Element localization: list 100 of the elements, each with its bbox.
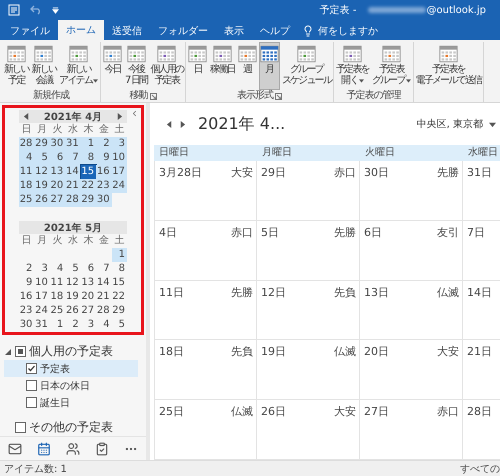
day-cell[interactable]: 20 (80, 290, 96, 304)
day-cell[interactable]: 7 (96, 262, 112, 276)
day-cell[interactable]: 27 (80, 304, 96, 318)
day-cell[interactable]: 1 (50, 318, 66, 332)
ribbon-button[interactable]: 日 (187, 42, 208, 90)
day-cell[interactable]: 8 (112, 262, 127, 276)
ribbon-button[interactable]: 月 (258, 42, 280, 90)
next-icon[interactable] (179, 120, 186, 128)
day-cell[interactable]: 10 (112, 151, 127, 165)
checkbox[interactable] (26, 380, 37, 391)
previous-month-icon[interactable] (23, 113, 30, 120)
calendar-cell[interactable]: 7日 (463, 220, 500, 281)
day-cell[interactable]: 5 (112, 318, 127, 332)
day-cell[interactable]: 4 (96, 318, 112, 332)
day-cell[interactable]: 6 (50, 151, 66, 165)
day-cell[interactable]: 31 (65, 137, 81, 151)
day-cell[interactable]: 27 (50, 193, 66, 207)
day-cell[interactable]: 25 (50, 304, 66, 318)
day-cell[interactable]: 13 (50, 165, 66, 179)
day-cell[interactable]: 1 (112, 248, 127, 262)
checkbox[interactable] (15, 346, 26, 357)
ribbon-tab[interactable]: ファイル (2, 22, 58, 40)
day-cell[interactable]: 3 (34, 262, 50, 276)
calendar-cell[interactable]: 18日 先負 (154, 340, 257, 400)
ribbon-tab[interactable]: ホーム (58, 20, 104, 40)
calendar-cell[interactable]: 5日 先勝 (257, 220, 360, 281)
ribbon-tab[interactable]: ヘルプ (252, 22, 298, 40)
calendar-cell[interactable]: 11日 先勝 (154, 280, 257, 340)
day-cell[interactable]: 2 (96, 137, 112, 151)
day-cell[interactable]: 12 (65, 276, 81, 290)
calendar-cell[interactable]: 14日 (463, 280, 500, 340)
day-cell[interactable]: 14 (96, 276, 112, 290)
lightbulb-icon[interactable] (302, 25, 314, 37)
day-cell[interactable]: 10 (34, 276, 50, 290)
day-cell[interactable]: 21 (65, 179, 81, 193)
dialog-launcher-icon[interactable] (150, 92, 157, 100)
day-cell[interactable]: 5 (65, 262, 81, 276)
calendar-cell[interactable]: 6日 友引 (360, 220, 463, 281)
day-cell[interactable]: 17 (112, 165, 127, 179)
day-cell[interactable]: 28 (96, 304, 112, 318)
calendar-icon[interactable] (36, 442, 51, 456)
calendar-cell[interactable]: 21日 (463, 340, 500, 400)
clipboard-check-icon[interactable] (95, 442, 110, 456)
ribbon-button[interactable]: 今日 (102, 42, 124, 90)
day-cell[interactable]: 15 (80, 165, 96, 179)
tell-me-field[interactable]: 何をしますか (318, 22, 378, 40)
caret-icon[interactable] (93, 78, 98, 82)
ribbon-button[interactable]: 新しい 会議 (30, 42, 58, 90)
calendar-group[interactable]: その他の予定表 (29, 419, 113, 436)
day-cell[interactable]: 6 (80, 262, 96, 276)
day-cell[interactable]: 9 (19, 276, 34, 290)
checkbox[interactable] (15, 422, 26, 433)
day-cell[interactable]: 1 (80, 137, 96, 151)
day-cell[interactable]: 4 (19, 151, 34, 165)
caret-icon[interactable] (52, 6, 59, 14)
ribbon-button[interactable]: 予定表を 開く (335, 42, 370, 90)
day-cell[interactable]: 26 (34, 193, 50, 207)
day-cell[interactable]: 5 (34, 151, 50, 165)
calendar-cell[interactable]: 13日 仏滅 (360, 280, 463, 340)
ribbon-button[interactable]: 予定表を 電子メールで送信 (414, 42, 482, 90)
calendar-group[interactable]: 個人用の予定表 (29, 343, 113, 360)
day-cell[interactable]: 30 (96, 193, 112, 207)
ribbon-button[interactable]: 新しい アイテム (58, 42, 100, 90)
calendar-cell[interactable]: 20日 大安 (360, 340, 463, 400)
day-cell[interactable]: 14 (65, 165, 81, 179)
people-icon[interactable] (66, 442, 80, 456)
ribbon-tab[interactable]: 送受信 (104, 22, 150, 40)
ribbon-button[interactable]: 個人用の 予定表 (149, 42, 184, 90)
day-cell[interactable]: 28 (19, 137, 34, 151)
day-cell[interactable]: 2 (19, 262, 34, 276)
day-cell[interactable]: 13 (80, 276, 96, 290)
day-cell[interactable]: 12 (34, 165, 50, 179)
day-cell[interactable]: 2 (65, 318, 81, 332)
ribbon-button[interactable]: 稼働日 (209, 42, 236, 90)
ribbon-button[interactable]: グループ スケジュール (280, 42, 332, 90)
caret-icon[interactable] (406, 78, 411, 82)
calendar-cell[interactable]: 30日 先勝 (360, 161, 463, 221)
day-cell[interactable]: 11 (50, 276, 66, 290)
calendar-name[interactable]: 日本の休日 (40, 378, 90, 392)
day-cell[interactable]: 7 (65, 151, 81, 165)
calendar-cell[interactable]: 12日 先負 (257, 280, 360, 340)
day-cell[interactable]: 21 (96, 290, 112, 304)
day-cell[interactable]: 22 (112, 290, 127, 304)
day-cell[interactable]: 23 (19, 304, 34, 318)
day-cell[interactable]: 18 (19, 179, 34, 193)
day-cell[interactable]: 18 (50, 290, 66, 304)
day-cell[interactable]: 31 (34, 318, 50, 332)
day-cell[interactable]: 29 (80, 193, 96, 207)
day-cell[interactable]: 24 (34, 304, 50, 318)
expand-icon[interactable] (4, 348, 12, 356)
calendar-name[interactable]: 誕生日 (40, 396, 70, 410)
day-cell[interactable]: 19 (65, 290, 81, 304)
location-dropdown[interactable]: 中央区, 東京都 (416, 117, 483, 131)
calendar-cell[interactable]: 19日 仏滅 (257, 340, 360, 400)
collapse-icon[interactable] (130, 109, 139, 118)
day-cell[interactable]: 16 (19, 290, 34, 304)
ribbon-button[interactable]: 新しい 予定 (3, 42, 30, 90)
mail-icon[interactable] (8, 442, 22, 456)
day-cell[interactable]: 17 (34, 290, 50, 304)
calendar-cell[interactable]: 4日 赤口 (154, 220, 257, 281)
